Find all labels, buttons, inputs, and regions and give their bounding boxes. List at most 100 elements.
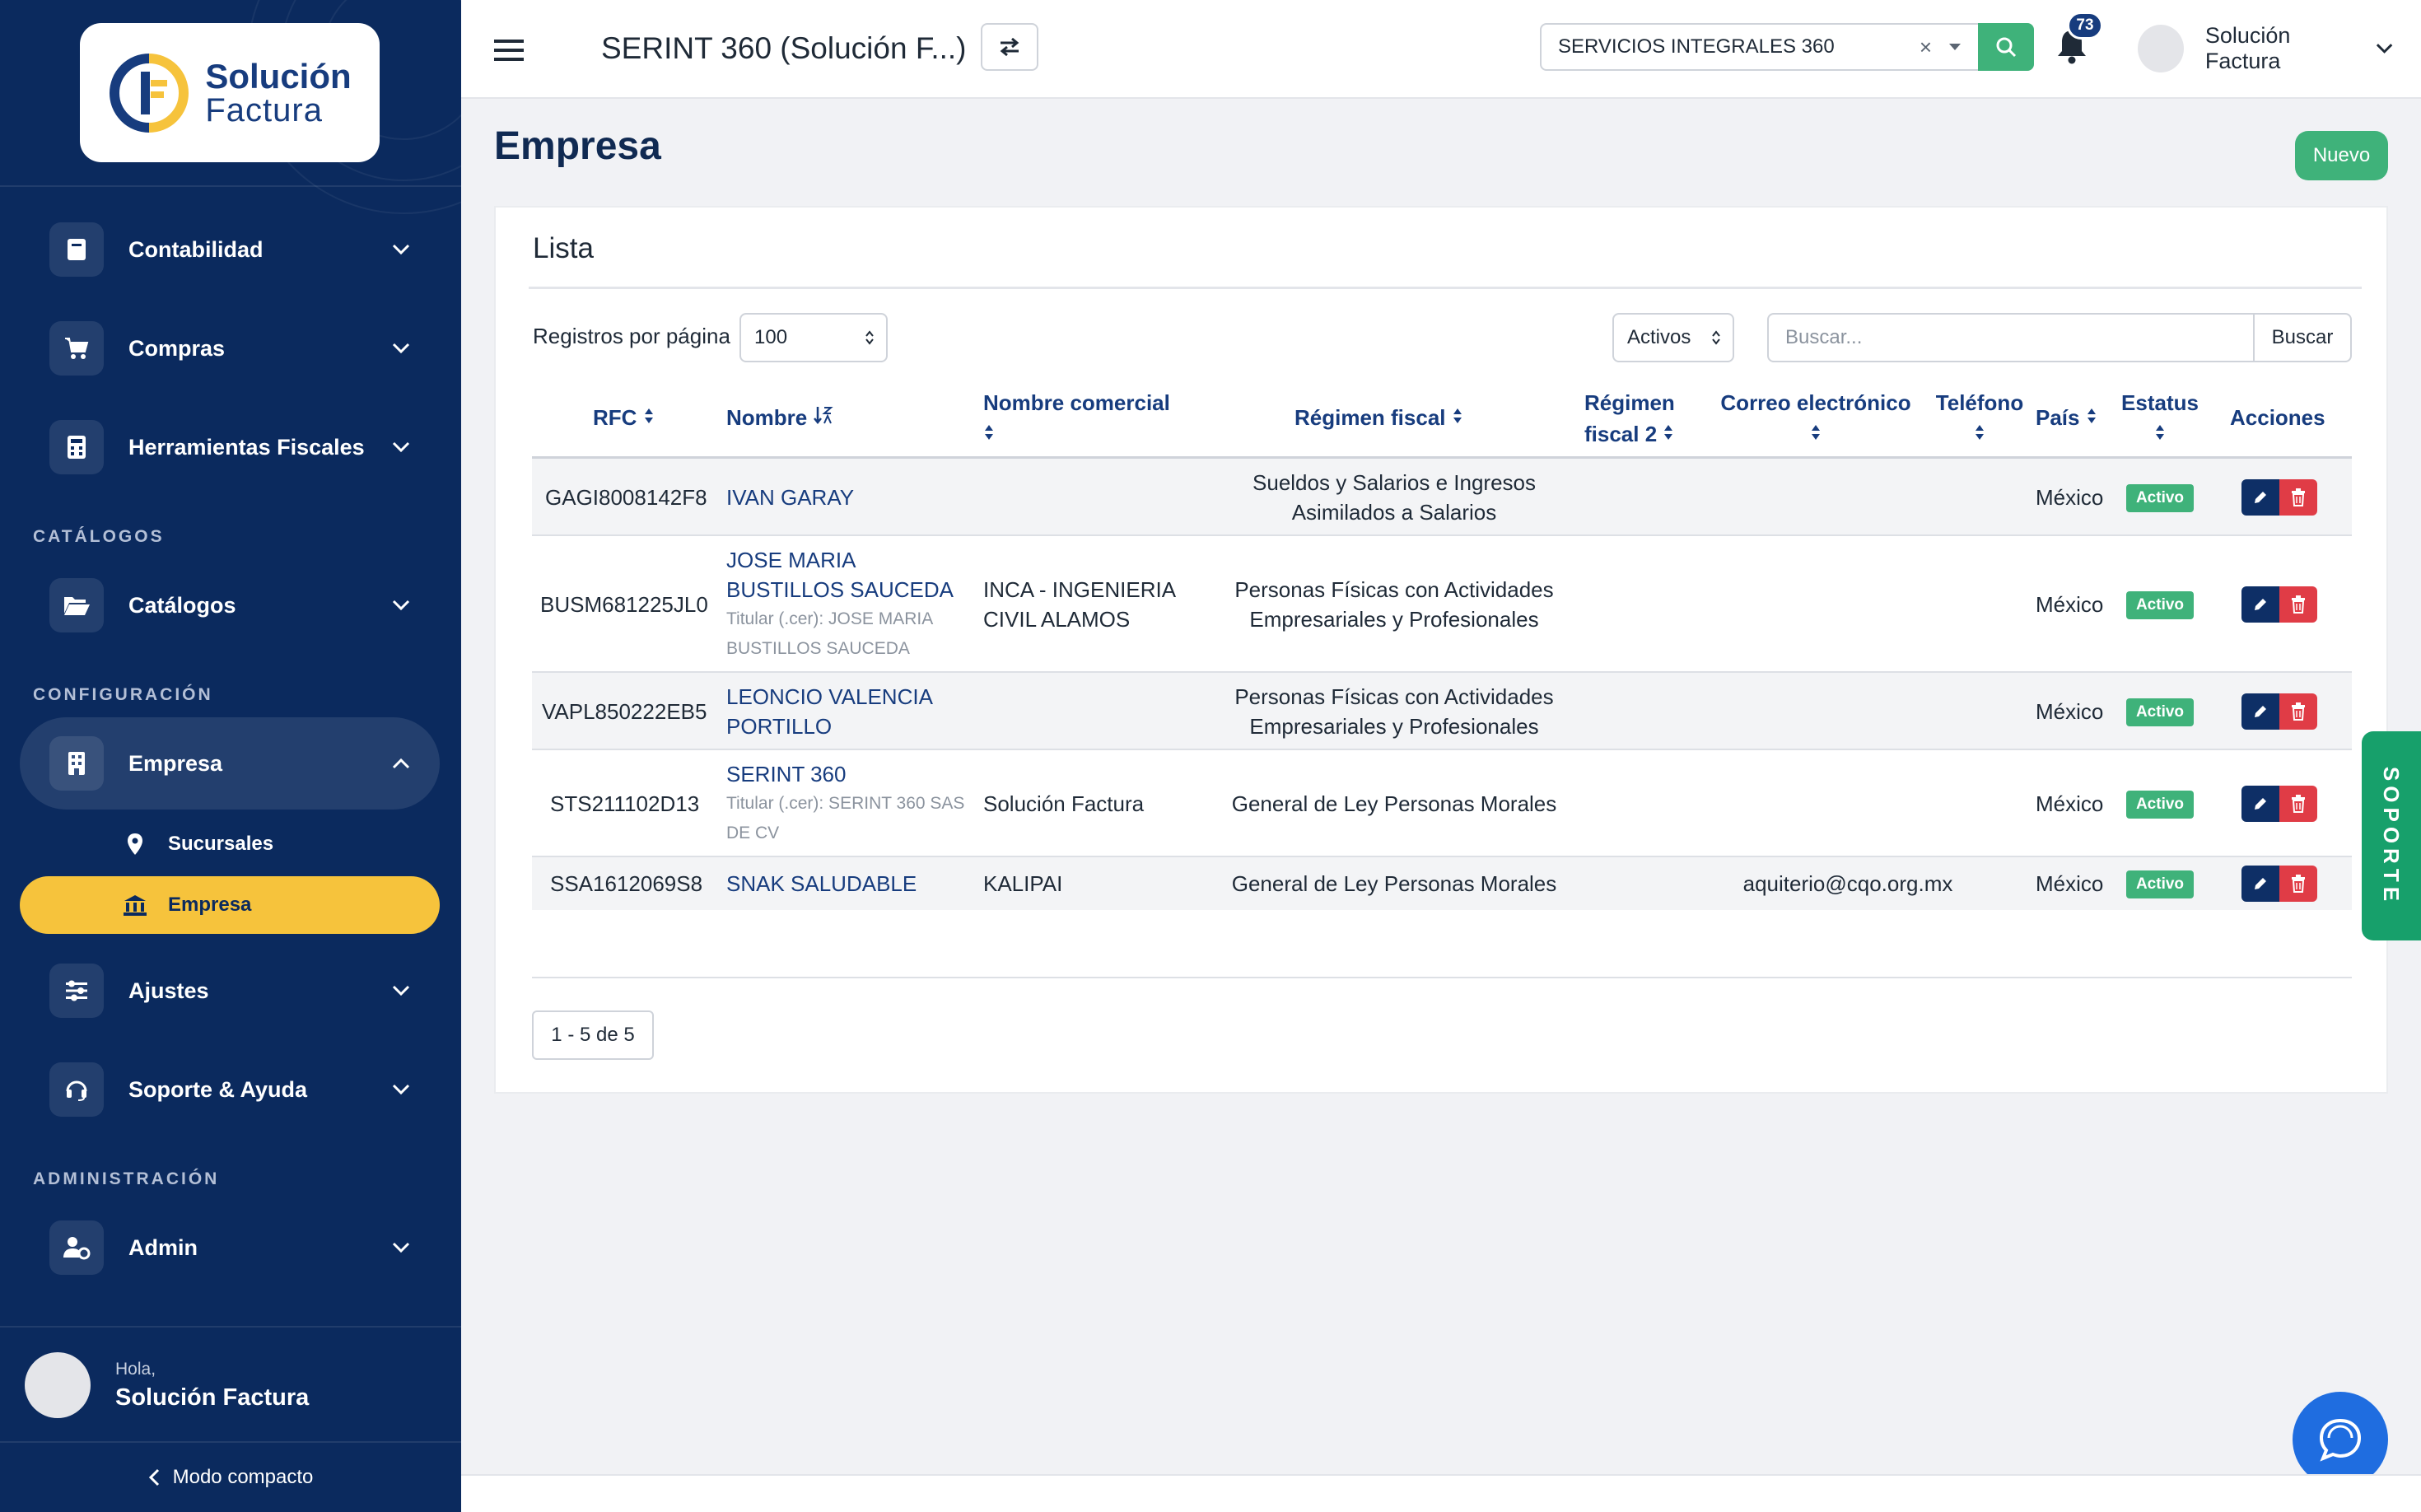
support-tab[interactable]: SOPORTE	[2362, 731, 2421, 940]
column-header-nombre-comercial[interactable]: Nombre comercial	[983, 387, 1170, 450]
table-row[interactable]: BUSM681225JL0 JOSE MARIA BUSTILLOS SAUCE…	[532, 536, 2352, 673]
sort-icon	[1453, 408, 1462, 423]
clear-selection-button[interactable]: ×	[1920, 35, 1932, 60]
cell-nombre-link[interactable]: SERINT 360	[726, 762, 846, 786]
table-row[interactable]: GAGI8008142F8 IVAN GARAY Sueldos y Salar…	[532, 459, 2352, 536]
header-label: Régimen fiscal	[1294, 405, 1446, 430]
user-menu[interactable]: Solución Factura	[2138, 23, 2393, 74]
header-label: Régimen	[1584, 390, 1675, 415]
delete-button[interactable]	[2279, 586, 2317, 623]
sidebar-item-contabilidad[interactable]: Contabilidad	[20, 203, 440, 296]
column-header-regimen-fiscal-2[interactable]: Régimen fiscal 2	[1584, 387, 1675, 450]
chevron-down-icon	[392, 441, 410, 453]
sort-arrows-icon	[1712, 330, 1720, 345]
sidebar-item-soporte-ayuda[interactable]: Soporte & Ayuda	[20, 1043, 440, 1136]
caret-down-icon[interactable]	[1948, 43, 1962, 51]
list-card: Lista Registros por página 100 Activos B…	[494, 206, 2388, 1094]
delete-button[interactable]	[2279, 479, 2317, 516]
page-title: Empresa	[494, 124, 661, 168]
per-page-select[interactable]: 100	[739, 313, 888, 362]
trash-icon	[2292, 795, 2305, 813]
status-badge: Activo	[2126, 791, 2194, 819]
new-button[interactable]: Nuevo	[2295, 131, 2388, 180]
edit-button[interactable]	[2241, 586, 2279, 623]
logo-mark-icon	[110, 53, 189, 133]
cell-pais: México	[2036, 485, 2104, 510]
sliders-icon	[66, 980, 87, 1001]
cell-pais: México	[2036, 791, 2104, 816]
column-header-telefono[interactable]: Teléfono	[1930, 387, 2029, 450]
chevron-down-icon	[392, 343, 410, 354]
table-row[interactable]: SSA1612069S8 SNAK SALUDABLE KALIPAI Gene…	[532, 857, 2352, 910]
support-tab-label: SOPORTE	[2379, 766, 2405, 906]
column-header-nombre[interactable]: Nombre	[726, 402, 834, 433]
edit-button[interactable]	[2241, 479, 2279, 516]
status-filter-select[interactable]: Activos	[1612, 313, 1734, 362]
cell-nombre-link[interactable]: LEONCIO VALENCIA PORTILLO	[726, 682, 965, 741]
per-page-value: 100	[754, 326, 788, 348]
column-header-rfc[interactable]: RFC	[593, 402, 655, 433]
search-input[interactable]: Buscar...	[1767, 313, 2255, 362]
column-header-pais[interactable]: País	[2036, 402, 2097, 433]
column-header-correo[interactable]: Correo electrónico	[1713, 387, 1919, 450]
status-badge: Activo	[2126, 870, 2194, 898]
column-header-regimen-fiscal[interactable]: Régimen fiscal	[1294, 402, 1463, 433]
section-configuracion: CONFIGURACIÓN	[33, 685, 213, 704]
sort-icon	[1812, 425, 1820, 440]
column-header-acciones: Acciones	[2230, 402, 2325, 433]
cell-rfc: STS211102D13	[550, 791, 700, 816]
cell-nombre-link[interactable]: IVAN GARAY	[726, 483, 854, 512]
sidebar-item-catalogos[interactable]: Catálogos	[20, 559, 440, 651]
header-label: fiscal 2	[1584, 422, 1658, 446]
cell-correo: aquiterio@cqo.org.mx	[1742, 871, 1953, 896]
sidebar-item-compras[interactable]: Compras	[20, 302, 440, 394]
submenu-item-empresa[interactable]: Empresa	[20, 876, 440, 934]
search-button[interactable]: Buscar	[2253, 313, 2352, 362]
delete-button[interactable]	[2279, 693, 2317, 730]
switch-company-button[interactable]	[981, 23, 1038, 71]
delete-button[interactable]	[2279, 786, 2317, 822]
header-label: Nombre comercial	[983, 390, 1170, 415]
pencil-icon	[2255, 492, 2266, 503]
sidebar-item-label: Admin	[128, 1234, 198, 1260]
sidebar-user[interactable]: Hola, Solución Factura	[0, 1328, 461, 1443]
table-row[interactable]: VAPL850222EB5 LEONCIO VALENCIA PORTILLO …	[532, 673, 2352, 750]
company-select[interactable]: SERVICIOS INTEGRALES 360 ×	[1540, 23, 1980, 71]
header-label: RFC	[593, 405, 637, 430]
pencil-icon	[2255, 878, 2266, 889]
page-footer	[461, 1474, 2421, 1512]
user-menu-name: Solución Factura	[2204, 23, 2291, 73]
top-bar: SERINT 360 (Solución F...) SERVICIOS INT…	[461, 0, 2421, 99]
table-row[interactable]: STS211102D13 SERINT 360 Titular (.cer): …	[532, 750, 2352, 857]
sidebar-item-admin[interactable]: Admin	[20, 1202, 440, 1294]
sidebar-item-label: Compras	[128, 335, 226, 361]
section-catalogos: CATÁLOGOS	[33, 527, 165, 546]
chevron-down-icon	[392, 1084, 410, 1095]
sidebar-item-empresa[interactable]: Empresa	[20, 717, 440, 810]
chat-button[interactable]	[2293, 1392, 2388, 1487]
hamburger-menu-icon[interactable]	[494, 38, 524, 63]
trash-icon	[2292, 875, 2305, 893]
edit-button[interactable]	[2241, 786, 2279, 822]
edit-button[interactable]	[2241, 866, 2279, 902]
edit-button[interactable]	[2241, 693, 2279, 730]
sidebar-item-herramientas-fiscales[interactable]: Herramientas Fiscales	[20, 401, 440, 493]
company-search-button[interactable]	[1978, 23, 2034, 71]
chevron-down-icon	[392, 244, 410, 255]
sidebar-divider	[0, 185, 461, 187]
header-label: País	[2036, 405, 2080, 430]
cell-nombre-link[interactable]: SNAK SALUDABLE	[726, 869, 917, 898]
pagination-info: 1 - 5 de 5	[532, 1010, 654, 1060]
column-header-estatus[interactable]: Estatus	[2115, 387, 2205, 450]
delete-button[interactable]	[2279, 866, 2317, 902]
cell-rfc: GAGI8008142F8	[545, 485, 707, 510]
cell-titular: Titular (.cer): SERINT 360 SAS DE CV	[726, 794, 965, 842]
compact-mode-toggle[interactable]: Modo compacto	[0, 1443, 461, 1512]
logo[interactable]: Solución Factura	[80, 23, 380, 162]
submenu-item-sucursales[interactable]: Sucursales	[20, 815, 440, 873]
notifications-button[interactable]: 73	[2050, 12, 2125, 69]
cell-nombre-comercial: INCA - INGENIERIA CIVIL ALAMOS	[983, 577, 1175, 632]
sidebar-item-ajustes[interactable]: Ajustes	[20, 945, 440, 1037]
cell-nombre-link[interactable]: JOSE MARIA BUSTILLOS SAUCEDA	[726, 548, 954, 602]
status-badge: Activo	[2126, 591, 2194, 619]
